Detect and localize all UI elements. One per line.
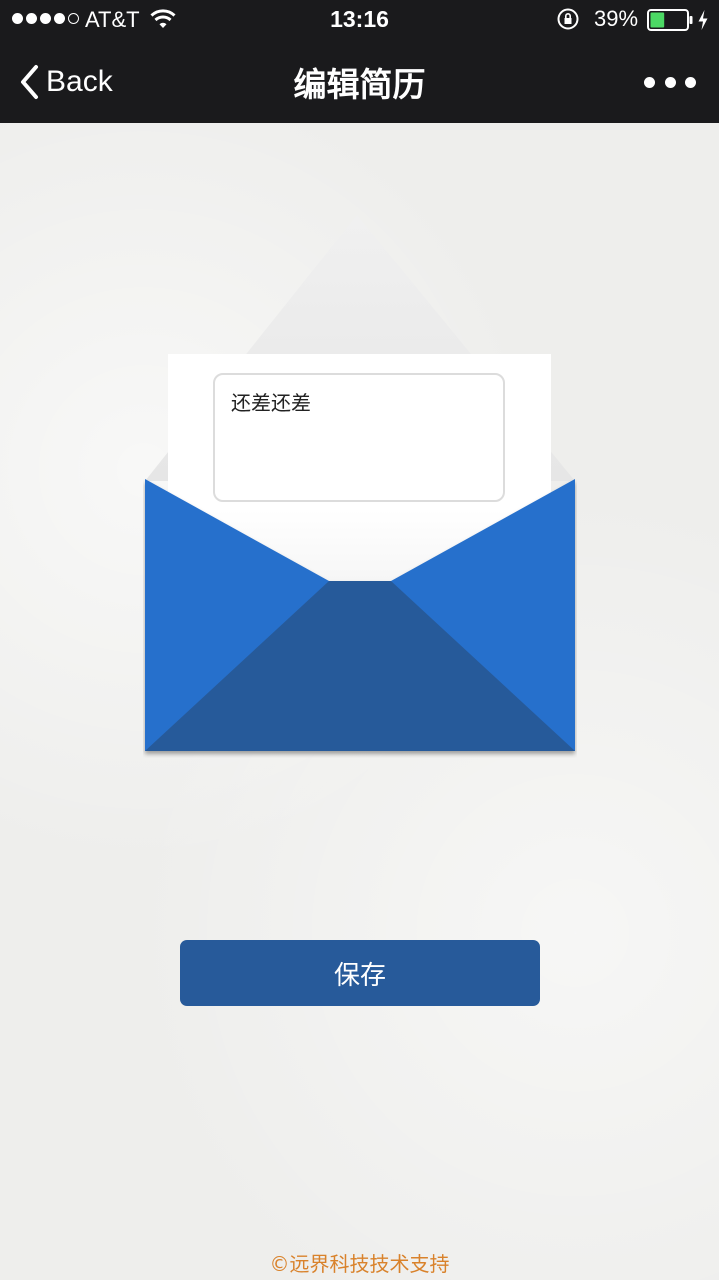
back-label: Back [46, 65, 113, 98]
charging-bolt-icon [698, 10, 708, 30]
more-options-button[interactable] [644, 70, 696, 94]
rotation-lock-icon [557, 8, 579, 30]
back-button[interactable]: Back [18, 62, 113, 102]
save-button[interactable]: 保存 [180, 940, 540, 1006]
battery-percent: 39% [594, 6, 639, 31]
footer-credit: ©远界科技技术支持 [269, 1252, 450, 1276]
envelope-front [145, 479, 575, 751]
battery-icon [647, 9, 693, 31]
more-dots-icon [644, 76, 655, 88]
envelope-illustration: 还差还差 [143, 213, 577, 758]
status-bar: AT&T 13:16 39% [0, 0, 719, 40]
chevron-left-icon [21, 65, 38, 99]
navigation-bar: Back 编辑简历 [0, 40, 719, 123]
